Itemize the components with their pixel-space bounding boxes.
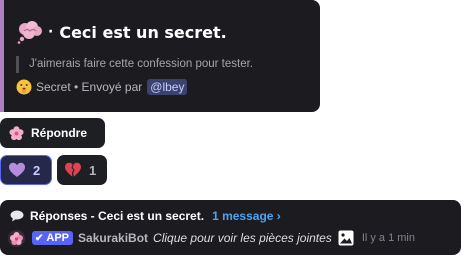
confession-embed: · Ceci est un secret. J'aimerais faire c…: [0, 0, 320, 112]
embed-title-row: · Ceci est un secret.: [16, 19, 227, 45]
bot-name[interactable]: SakurakiBot: [78, 231, 148, 245]
flower-icon: [9, 125, 24, 140]
thought-balloon-icon: [17, 21, 42, 44]
reaction-count: 2: [33, 162, 41, 178]
thread-header: Réponses - Ceci est un secret. 1 message…: [10, 208, 281, 224]
title-separator: ·: [48, 24, 54, 40]
embed-quote: J'aimerais faire cette confession pour t…: [16, 56, 253, 73]
bot-avatar[interactable]: [8, 229, 25, 247]
thread-title: Réponses - Ceci est un secret.: [30, 209, 205, 223]
app-badge-label: APP: [46, 232, 70, 244]
thread-message-count[interactable]: 1 message ›: [212, 209, 281, 223]
reaction-broken-heart[interactable]: 1: [57, 155, 107, 185]
reaction-count: 1: [89, 162, 97, 178]
message-timestamp: Il y a 1 min: [361, 232, 415, 244]
discord-message: · Ceci est un secret. J'aimerais faire c…: [0, 0, 461, 255]
checkmark-icon: ✔: [35, 232, 44, 244]
speech-bubble-icon: [10, 210, 24, 222]
app-badge: ✔ APP: [32, 231, 74, 245]
shushing-face-icon: [16, 79, 32, 95]
embed-accent-bar: [0, 0, 4, 112]
embed-title: Ceci est un secret.: [59, 22, 227, 42]
footer-text: Secret • Envoyé par: [36, 80, 143, 94]
purple-heart-icon: [9, 162, 25, 177]
thread-last-message: ✔ APP SakurakiBot Clique pour voir les p…: [8, 229, 415, 247]
image-icon: [338, 230, 354, 246]
user-mention[interactable]: @lbey: [147, 79, 188, 95]
embed-footer: Secret • Envoyé par @lbey: [16, 78, 188, 96]
broken-heart-icon: [65, 162, 81, 177]
attachment-text: Clique pour voir les pièces jointes: [153, 231, 332, 245]
reaction-purple-heart[interactable]: 2: [0, 155, 52, 185]
reply-button-label: Répondre: [31, 126, 88, 140]
reply-button[interactable]: Répondre: [0, 118, 105, 148]
thread-preview[interactable]: Réponses - Ceci est un secret. 1 message…: [0, 200, 461, 255]
